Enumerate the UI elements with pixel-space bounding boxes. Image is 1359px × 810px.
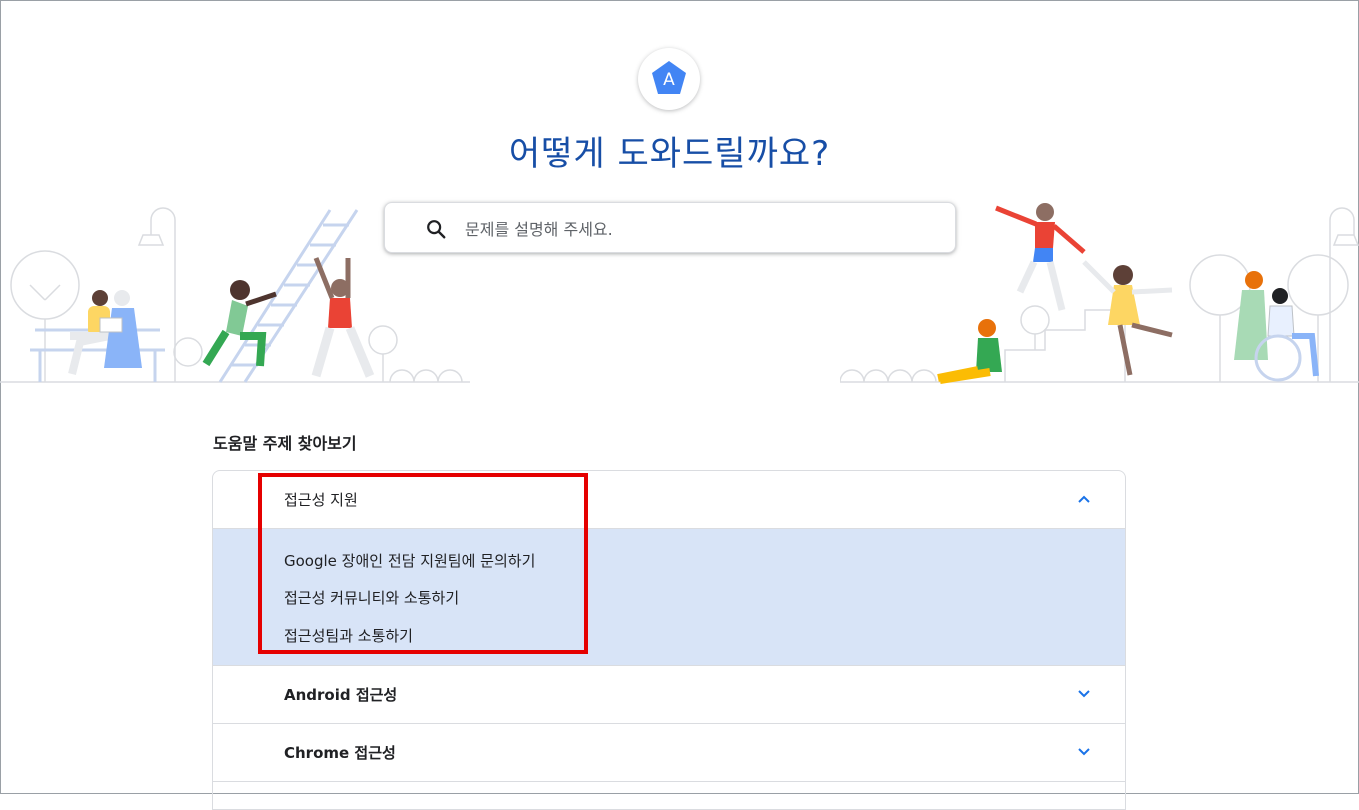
chevron-up-icon[interactable] <box>1077 492 1091 506</box>
search-bar[interactable] <box>384 202 956 253</box>
svg-text:A: A <box>663 70 675 90</box>
pentagon-logo-icon: A <box>652 61 686 94</box>
page-title: 어떻게 도와드릴까요? <box>508 134 831 174</box>
chevron-down-icon[interactable] <box>1077 687 1091 701</box>
red-highlight-box <box>258 473 588 654</box>
topics-heading: 도움말 주제 찾아보기 <box>213 434 357 453</box>
accordion-header-chrome-accessibility[interactable]: Chrome 접근성 <box>213 724 1125 782</box>
accordion-header-android-accessibility[interactable]: Android 접근성 <box>213 666 1125 724</box>
accordion-label: Android 접근성 <box>284 686 398 704</box>
chevron-down-icon[interactable] <box>1077 745 1091 759</box>
app-logo: A <box>638 48 700 110</box>
search-input[interactable] <box>463 213 927 245</box>
accordion-label: Chrome 접근성 <box>284 744 396 762</box>
search-icon[interactable] <box>425 218 447 240</box>
